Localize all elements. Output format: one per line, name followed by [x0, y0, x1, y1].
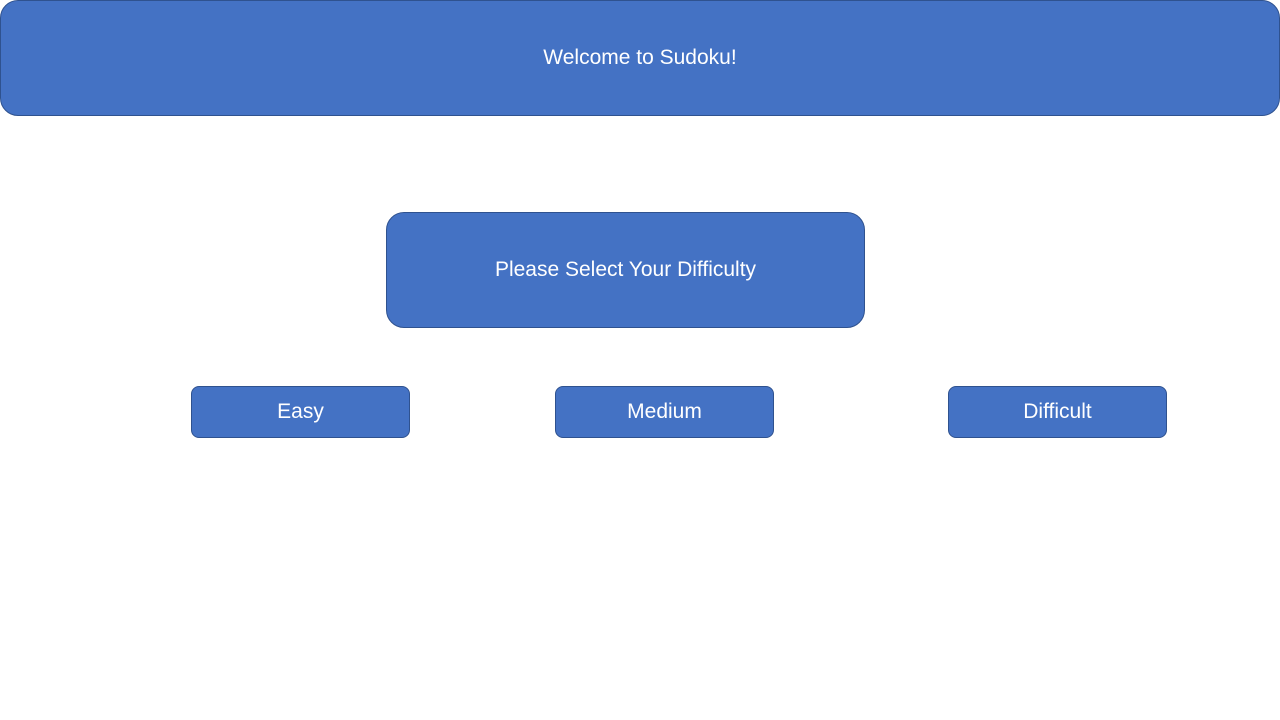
easy-button-label: Easy: [277, 400, 324, 423]
difficult-button-label: Difficult: [1023, 400, 1092, 423]
welcome-banner: Welcome to Sudoku!: [0, 0, 1280, 116]
difficult-button[interactable]: Difficult: [948, 386, 1167, 438]
easy-button[interactable]: Easy: [191, 386, 410, 438]
medium-button-label: Medium: [627, 400, 702, 423]
difficulty-prompt: Please Select Your Difficulty: [386, 212, 865, 328]
welcome-title: Welcome to Sudoku!: [543, 46, 737, 69]
difficulty-prompt-text: Please Select Your Difficulty: [494, 258, 757, 281]
medium-button[interactable]: Medium: [555, 386, 774, 438]
main-screen: Welcome to Sudoku! Please Select Your Di…: [0, 0, 1280, 720]
